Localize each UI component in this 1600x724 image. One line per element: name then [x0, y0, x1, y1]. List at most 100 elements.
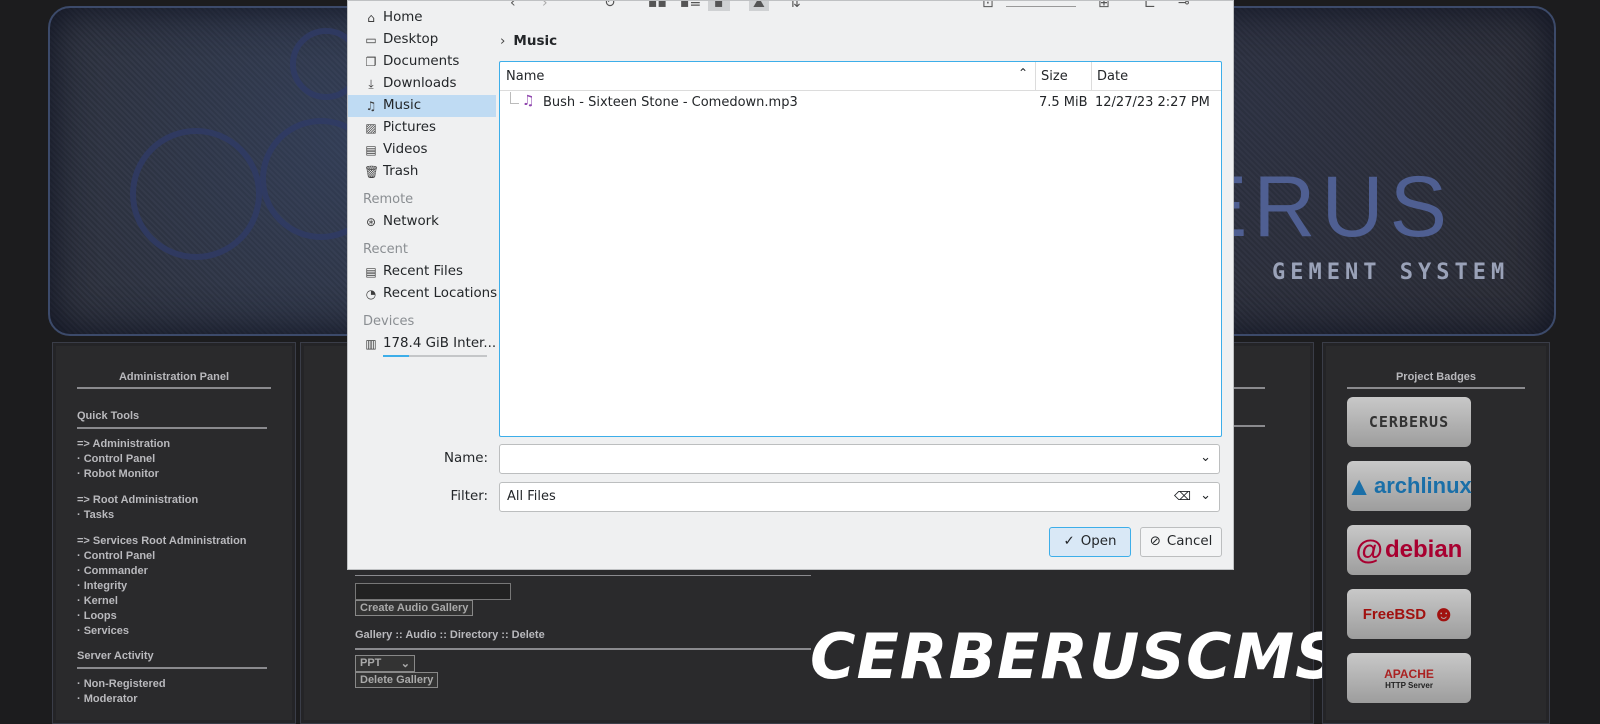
menu-item[interactable]: => Services Root Administration	[77, 534, 267, 549]
breadcrumb[interactable]: › Music	[500, 33, 557, 49]
icon-view-icon[interactable]: ▪▪	[648, 1, 667, 11]
place-recent-files[interactable]: ▤ Recent Files	[348, 261, 496, 283]
chevron-down-icon[interactable]: ⌄	[1200, 450, 1211, 465]
delete-gallery-button[interactable]: Delete Gallery	[355, 672, 439, 688]
menu-item[interactable]: => Root Administration	[77, 493, 267, 508]
videos-icon: ▤	[365, 143, 377, 157]
place-label: Trash	[383, 164, 419, 179]
badges-heading: Project Badges	[1347, 371, 1525, 389]
gallery-select-value: PPT	[360, 657, 382, 669]
place-desktop[interactable]: ▭ Desktop	[348, 29, 496, 51]
place-label: Downloads	[383, 76, 457, 91]
divider	[1231, 387, 1265, 389]
open-button[interactable]: ✓ Open	[1049, 527, 1131, 557]
divider	[355, 648, 811, 650]
back-icon[interactable]: ‹	[510, 1, 516, 11]
place-label: Desktop	[383, 32, 439, 47]
quick-tools-heading: Quick Tools	[77, 409, 267, 429]
place-pictures[interactable]: ▨ Pictures	[348, 117, 496, 139]
places-group-devices: Devices	[363, 314, 415, 329]
filename-combobox[interactable]: ⌄	[499, 444, 1220, 474]
places-group-remote: Remote	[363, 192, 414, 207]
menu-item[interactable]: · Commander	[77, 564, 267, 579]
column-name[interactable]: Name	[506, 69, 544, 84]
downloads-icon: ⤓	[368, 77, 374, 91]
detail-view-icon[interactable]: ▪	[708, 1, 730, 11]
file-list-header: Name ⌃ Size Date	[500, 62, 1221, 91]
debian-badge[interactable]: @ debian	[1347, 525, 1471, 575]
zoom-out-icon[interactable]: ⊡	[982, 1, 994, 11]
places-group-recent: Recent	[363, 242, 408, 257]
gallery-select[interactable]: PPT ⌄	[355, 655, 415, 672]
zoom-in-icon[interactable]: ⊞	[1098, 1, 1110, 11]
place-trash[interactable]: 🗑 Trash	[348, 161, 496, 183]
place-label: Network	[383, 214, 439, 229]
file-row[interactable]: ♫ Bush - Sixteen Stone - Comedown.mp3 7.…	[500, 92, 1221, 114]
cerberus-badge[interactable]: CERBERUS	[1347, 397, 1471, 447]
file-size: 7.5 MiB	[1039, 95, 1088, 110]
create-audio-gallery-button[interactable]: Create Audio Gallery	[355, 600, 474, 616]
place-home[interactable]: ⌂ Home	[348, 7, 496, 29]
banner-subtitle: GEMENT SYSTEM	[1272, 260, 1510, 285]
beastie-icon: ☻	[1432, 601, 1456, 626]
chevron-down-icon[interactable]: ⌄	[1200, 488, 1211, 503]
drive-icon: ▥	[365, 337, 377, 351]
dialog-toolbar: ‹ › ⌃ ↻ ▪▪ ▪≡ ▪ ⛰ ⇅ ⊡ ⊞ ⊏ ⊸	[498, 1, 1228, 15]
menu-item[interactable]: => Administration	[77, 437, 267, 452]
clear-icon[interactable]: ⌫	[1174, 489, 1191, 503]
column-date[interactable]: Date	[1097, 69, 1128, 84]
menu-item[interactable]: · Kernel	[77, 594, 267, 609]
music-icon: ♫	[365, 99, 377, 113]
menu-item[interactable]: · Control Panel	[77, 452, 267, 467]
forward-icon[interactable]: ›	[542, 1, 548, 11]
menu-item[interactable]: · Loops	[77, 609, 267, 624]
admin-panel-heading: Administration Panel	[77, 371, 271, 389]
place-documents[interactable]: ❐ Documents	[348, 51, 496, 73]
divider	[1231, 425, 1265, 427]
file-list[interactable]: Name ⌃ Size Date ♫ Bush - Sixteen Stone …	[499, 61, 1222, 437]
place-music[interactable]: ♫ Music	[348, 95, 496, 117]
reload-icon[interactable]: ↻	[604, 1, 616, 11]
cerberus-logo: CERBERUSCMS 4	[810, 620, 1408, 693]
menu-item[interactable]: · Services	[77, 624, 267, 639]
place-device[interactable]: ▥ 178.4 GiB Inter...	[348, 333, 496, 359]
parent-folder-icon[interactable]: ⌃	[572, 1, 584, 11]
breadcrumb-current: Music	[513, 33, 558, 49]
menu-item[interactable]: · Robot Monitor	[77, 467, 267, 482]
debian-swirl-icon: @	[1355, 534, 1383, 565]
recent-files-icon: ▤	[365, 265, 377, 279]
place-downloads[interactable]: ⤓ Downloads	[348, 73, 496, 95]
options-icon[interactable]: ⊸	[1178, 1, 1190, 11]
gallery-name-input[interactable]	[355, 583, 511, 600]
apache-badge-label: APACHE	[1384, 666, 1434, 681]
cancel-icon: ⊘	[1149, 534, 1161, 549]
cancel-button[interactable]: ⊘ Cancel	[1140, 527, 1222, 557]
freebsd-badge[interactable]: FreeBSD ☻	[1347, 589, 1471, 639]
archlinux-badge[interactable]: ▲ archlinux	[1346, 461, 1472, 511]
new-folder-icon[interactable]: ⊏	[1144, 1, 1156, 11]
filter-combobox[interactable]: All Files ⌫ ⌄	[499, 482, 1220, 512]
open-file-dialog: ‹ › ⌃ ↻ ▪▪ ▪≡ ▪ ⛰ ⇅ ⊡ ⊞ ⊏ ⊸ ⌂ Home ▭ Deskt…	[347, 0, 1234, 570]
tree-line	[510, 92, 519, 104]
menu-item[interactable]: · Integrity	[77, 579, 267, 594]
column-size[interactable]: Size	[1041, 69, 1068, 84]
sort-icon[interactable]: ⇅	[789, 1, 801, 11]
name-label: Name:	[443, 451, 488, 466]
place-videos[interactable]: ▤ Videos	[348, 139, 496, 161]
chevron-down-icon: ⌄	[400, 658, 410, 670]
activity-item[interactable]: · Moderator	[77, 692, 267, 707]
place-label: Recent Files	[383, 264, 463, 279]
place-network[interactable]: ⊛ Network	[348, 211, 496, 233]
menu-item[interactable]: · Tasks	[77, 508, 267, 523]
activity-item[interactable]: · Non-Registered	[77, 677, 267, 692]
compact-view-icon[interactable]: ▪≡	[680, 1, 701, 11]
preview-icon[interactable]: ⛰	[749, 1, 769, 11]
home-icon: ⌂	[367, 11, 375, 25]
apache-badge[interactable]: APACHE HTTP Server	[1347, 653, 1471, 703]
place-recent-locations[interactable]: ◔ Recent Locations	[348, 283, 497, 305]
menu-item[interactable]: · Control Panel	[77, 549, 267, 564]
zoom-slider[interactable]	[1006, 1, 1076, 7]
sort-ascending-icon[interactable]: ⌃	[1018, 66, 1028, 80]
badges-panel: Project Badges CERBERUS ▲ archlinux @ debi…	[1322, 342, 1550, 724]
places-panel: ⌂ Home ▭ Desktop ❐ Documents ⤓ Downloads ♫ Mu…	[348, 7, 497, 359]
